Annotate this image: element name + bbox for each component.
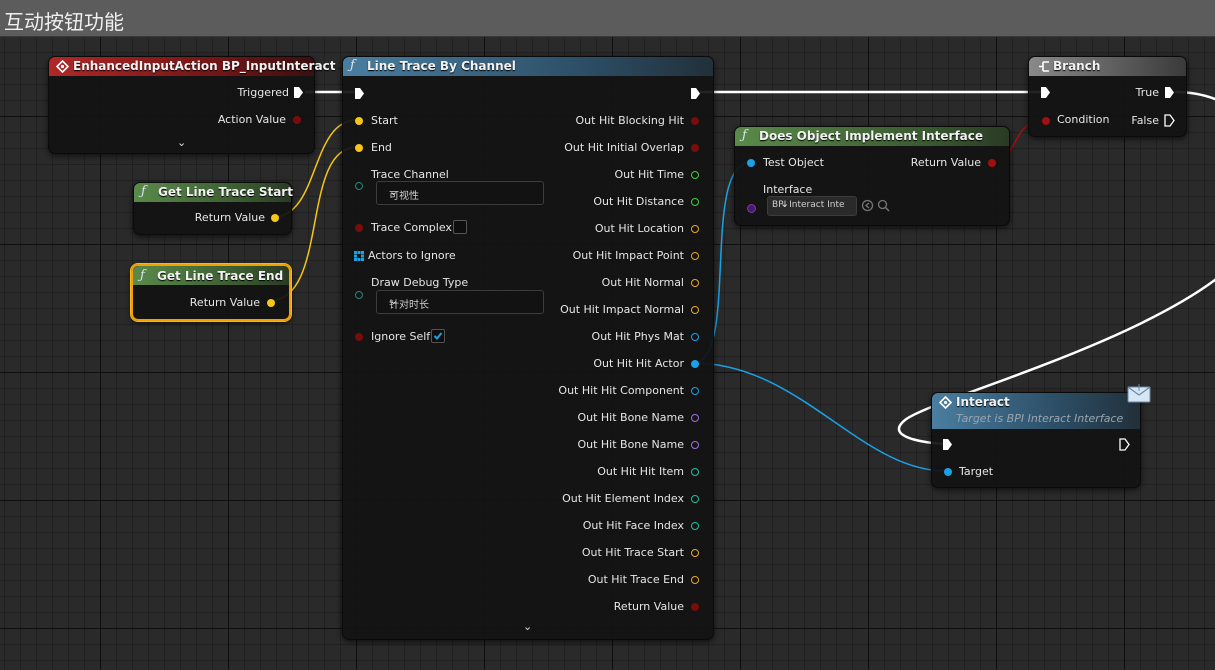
event-diamond-icon [56,60,69,73]
return-value-pin[interactable] [267,299,275,307]
event-diamond-icon [939,396,952,409]
does-object-implement-interface-node[interactable]: ƒ Does Object Implement Interface Test O… [734,126,1010,226]
output-pin[interactable] [691,576,699,584]
output-pin-label: Out Hit Trace Start [581,546,684,559]
return-value-pin[interactable] [271,214,279,222]
exec-in-pin[interactable] [942,438,953,451]
return-value-label: Return Value [194,211,265,224]
output-pin-label: Out Hit Location [594,222,684,235]
true-label: True [1135,86,1159,99]
output-pin[interactable] [691,522,699,530]
output-pin[interactable] [691,225,699,233]
return-value-label: Return Value [910,156,981,169]
output-pin[interactable] [691,333,699,341]
output-pin-label: Out Hit Blocking Hit [575,114,684,127]
output-pin[interactable] [691,171,699,179]
output-pin[interactable] [691,360,699,368]
return-value-label: Return Value [189,296,260,309]
interface-label: Interface [763,183,813,196]
output-pin-label: Return Value [613,600,684,613]
output-pin-label: Out Hit Trace End [587,573,684,586]
expand-chevron-icon[interactable]: ⌄ [523,620,532,633]
condition-label: Condition [1057,113,1110,126]
target-pin[interactable] [944,468,952,476]
exec-in-pin[interactable] [1040,86,1051,99]
output-pin-label: Out Hit Hit Component [558,384,684,397]
output-pin[interactable] [691,198,699,206]
output-pin[interactable] [691,495,699,503]
output-pin[interactable] [691,252,699,260]
output-pin[interactable] [691,603,699,611]
output-pin-label: Out Hit Impact Point [572,249,684,262]
output-pin[interactable] [691,468,699,476]
triggered-label: Triggered [237,86,289,99]
output-pin[interactable] [691,144,699,152]
expand-chevron-icon[interactable]: ⌄ [177,136,186,149]
false-exec-pin[interactable] [1164,114,1175,127]
chevron-down-icon: ⌄ [780,197,790,210]
output-pin-label: Out Hit Normal [601,276,684,289]
output-pin-list: Out Hit Blocking Hit Out Hit Initial Over… [343,57,713,639]
interface-dropdown[interactable]: BPI Interact Inte ⌄ [767,196,857,216]
exec-out-pin[interactable] [1119,438,1130,451]
node-title: Get Line Trace Start [158,185,293,199]
true-exec-pin[interactable] [1164,86,1175,99]
function-icon: ƒ [742,128,747,143]
output-pin-label: Out Hit Bone Name [577,411,684,424]
output-pin-label: Out Hit Time [614,168,685,181]
output-pin-label: Out Hit Phys Mat [591,330,684,343]
action-value-label: Action Value [217,113,286,126]
output-pin-label: Out Hit Distance [593,195,684,208]
output-pin[interactable] [691,549,699,557]
output-pin-label: Out Hit Element Index [562,492,684,505]
get-line-trace-end-node[interactable]: ƒ Get Line Trace End Return Value [131,264,291,321]
output-pin[interactable] [691,414,699,422]
input-action-event-node[interactable]: EnhancedInputAction BP_InputInteract Tri… [48,56,335,154]
output-pin-label: Out Hit Hit Actor [593,357,684,370]
node-title: EnhancedInputAction BP_InputInteract [73,59,336,73]
branch-icon [1039,61,1049,72]
output-pin[interactable] [691,441,699,449]
get-line-trace-start-node[interactable]: ƒ Get Line Trace Start Return Value [133,182,293,235]
output-pin-label: Out Hit Face Index [582,519,684,532]
return-value-pin[interactable] [988,159,996,167]
condition-pin[interactable] [1042,117,1050,125]
test-object-label: Test Object [763,156,824,169]
interface-pin[interactable] [747,204,756,213]
branch-node[interactable]: Branch True Condition False [1028,56,1187,137]
action-value-pin[interactable] [293,116,301,124]
output-pin[interactable] [691,306,699,314]
node-title: Interact [956,395,1010,409]
use-selected-asset-icon[interactable] [861,199,874,212]
output-pin[interactable] [691,387,699,395]
output-pin[interactable] [691,117,699,125]
output-pin-label: Out Hit Initial Overlap [564,141,684,154]
node-subtitle: Target is BPI Interact Interface [956,412,1124,425]
triggered-exec-pin[interactable] [293,86,304,99]
output-pin[interactable] [691,279,699,287]
output-pin-label: Out Hit Bone Name [577,438,684,451]
interact-message-node[interactable]: Interact Target is BPI Interact Interfac… [931,392,1141,488]
message-envelope-icon [1127,384,1151,403]
output-pin-label: Out Hit Impact Normal [560,303,684,316]
node-title: Does Object Implement Interface [759,129,984,143]
node-title: Get Line Trace End [157,269,284,283]
function-icon: ƒ [141,184,146,199]
false-label: False [1131,114,1159,127]
output-pin-label: Out Hit Hit Item [597,465,684,478]
function-icon: ƒ [140,268,145,283]
target-label: Target [959,465,994,478]
test-object-pin[interactable] [747,159,755,167]
node-title: Branch [1053,59,1101,73]
line-trace-by-channel-node[interactable]: ƒ Line Trace By Channel Start End Trace … [342,56,714,640]
browse-search-icon[interactable] [877,199,890,212]
